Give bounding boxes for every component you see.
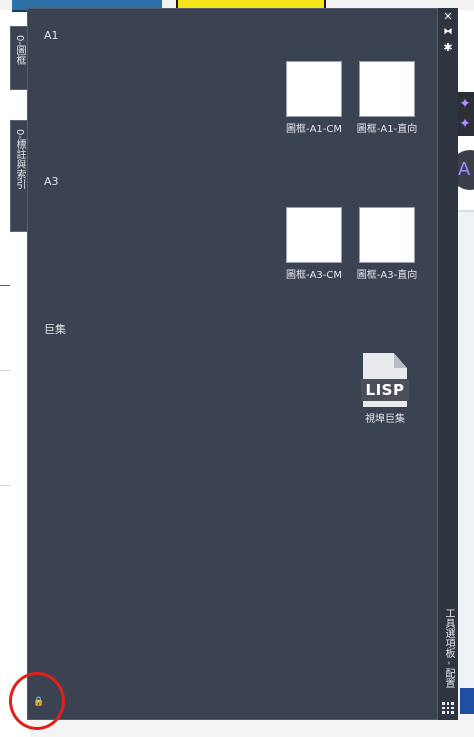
tool-thumbnail <box>286 61 342 117</box>
tool-thumbnail <box>359 207 415 263</box>
sparkle-icon: ✦ <box>456 112 474 136</box>
properties-icon[interactable]: ✱ <box>438 41 458 55</box>
section-title-macros: 巨集 <box>44 323 66 336</box>
close-icon[interactable]: ✕ <box>438 10 458 24</box>
background-divider <box>0 370 10 371</box>
tab-0-annotation-index[interactable]: 0-標註與索引 <box>10 120 28 232</box>
auto-hide-icon[interactable]: ⧓ <box>438 25 458 39</box>
lisp-badge: LISP <box>361 379 409 401</box>
tool-viewport-macro[interactable]: LISP 視埠巨集 <box>350 353 420 426</box>
palette-title-bar[interactable]: ✕ ⧓ ✱ 工具選項板 - 配置 <box>438 8 458 720</box>
tool-frame-a1-portrait[interactable]: 圖框-A1-直向 <box>352 61 422 136</box>
lisp-file-icon: LISP <box>361 353 409 407</box>
section-title-a1: A1 <box>44 29 59 42</box>
tool-label: 圖框-A1-CM <box>285 124 343 135</box>
tab-0-drawing-frame[interactable]: 0-圖框 <box>10 26 28 90</box>
background-panel-edge <box>460 688 474 714</box>
tool-frame-a3-cm[interactable]: 圖框-A3-CM <box>279 207 349 282</box>
tool-frame-a1-cm[interactable]: 圖框-A1-CM <box>279 61 349 136</box>
tab-label: 0-標註與索引 <box>14 129 25 189</box>
background-divider <box>0 285 10 286</box>
background-divider <box>0 485 10 486</box>
grid-icon[interactable] <box>442 702 454 714</box>
background-right-panel <box>456 212 474 737</box>
tool-thumbnail <box>359 61 415 117</box>
tab-label: 0-圖框 <box>14 35 25 65</box>
tool-label: 圖框-A3-直向 <box>356 270 418 281</box>
palette-title: 工具選項板 - 配置 <box>443 608 454 688</box>
tool-frame-a3-portrait[interactable]: 圖框-A3-直向 <box>352 207 422 282</box>
section-title-a3: A3 <box>44 175 59 188</box>
tool-label: 圖框-A3-CM <box>285 270 343 281</box>
tool-label: 視埠巨集 <box>365 414 405 425</box>
tool-thumbnail <box>286 207 342 263</box>
tool-label: 圖框-A1-直向 <box>356 124 418 135</box>
tool-palette: A1 圖框-A1-CM 圖框-A1-直向 A3 圖框-A3-CM 圖框-A3-直… <box>27 8 438 720</box>
highlight-circle <box>9 672 65 730</box>
